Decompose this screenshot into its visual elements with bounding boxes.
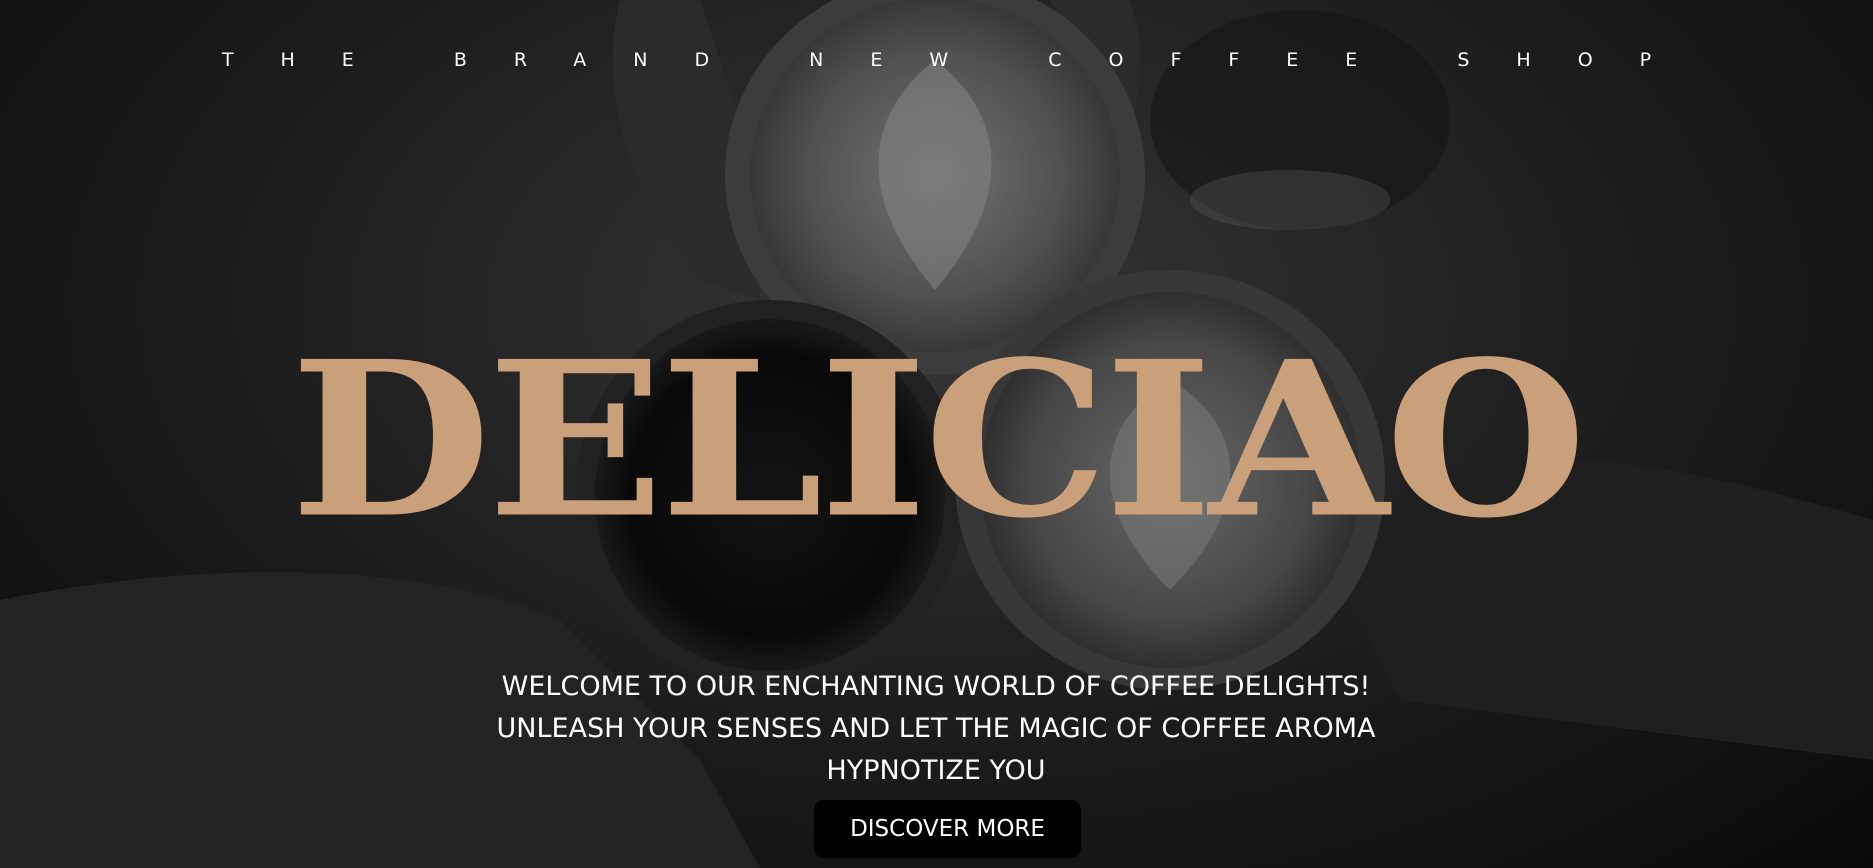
discover-more-button[interactable]: DISCOVER MORE xyxy=(814,800,1081,858)
brand-title: DELICIAO xyxy=(290,313,1587,566)
tagline: THE BRAND NEW COFFEE SHOP xyxy=(221,49,1699,71)
welcome-text: WELCOME TO OUR ENCHANTING WORLD OF COFFE… xyxy=(496,671,1376,786)
hero-section: THE BRAND NEW COFFEE SHOP DELICIAO WELCO… xyxy=(0,0,1873,868)
